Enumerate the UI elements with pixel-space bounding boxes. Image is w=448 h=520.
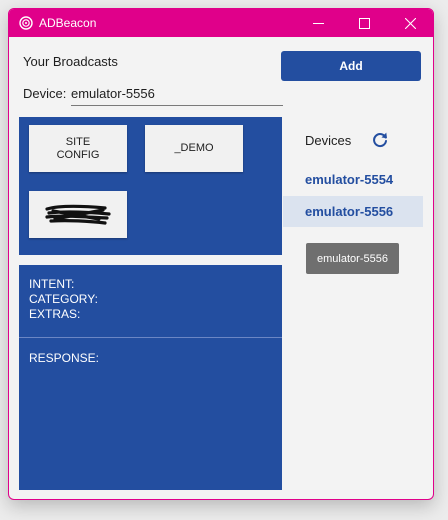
device-label: Device: <box>23 86 67 101</box>
extras-label: EXTRAS: <box>29 307 81 321</box>
device-field[interactable]: emulator-5556 <box>71 86 155 101</box>
tile-label-line: SITE <box>65 135 91 148</box>
broadcast-tile-site-config[interactable]: SITE CONFIG <box>29 125 127 172</box>
device-field-underline <box>71 105 283 106</box>
device-item-emulator-5556[interactable]: emulator-5556 <box>283 196 423 227</box>
minimize-button[interactable] <box>295 9 341 37</box>
intent-label: INTENT: <box>29 277 75 291</box>
redacted-scribble <box>45 204 111 225</box>
broadcast-info-panel: INTENT: CATEGORY: EXTRAS: RESPONSE: <box>19 265 282 490</box>
app-logo-icon <box>19 16 33 30</box>
your-broadcasts-heading: Your Broadcasts <box>23 54 118 69</box>
minimize-icon <box>312 22 324 24</box>
broadcast-tiles-panel: SITE CONFIG _DEMO <box>19 117 282 255</box>
response-label: RESPONSE: <box>29 351 100 365</box>
devices-heading: Devices <box>305 133 352 148</box>
category-label: CATEGORY: <box>29 292 98 306</box>
maximize-button[interactable] <box>341 9 387 37</box>
tile-label-line: CONFIG <box>56 148 100 161</box>
device-tooltip: emulator-5556 <box>306 243 399 274</box>
tile-label: _DEMO <box>174 142 214 154</box>
app-window: ADBeacon Your Broadcasts Device: emulato… <box>8 8 434 500</box>
broadcast-tile-redacted[interactable] <box>29 191 127 238</box>
info-divider <box>19 337 282 338</box>
add-button[interactable]: Add <box>281 51 421 81</box>
close-button[interactable] <box>387 9 433 37</box>
tile-label: SITE CONFIG <box>57 136 100 162</box>
maximize-icon <box>358 17 370 29</box>
window-title: ADBeacon <box>39 16 97 30</box>
refresh-icon[interactable] <box>371 131 389 149</box>
title-bar[interactable]: ADBeacon <box>9 9 433 37</box>
broadcast-tile-demo[interactable]: _DEMO <box>145 125 243 172</box>
device-item-emulator-5554[interactable]: emulator-5554 <box>283 164 423 195</box>
close-icon <box>404 17 416 29</box>
